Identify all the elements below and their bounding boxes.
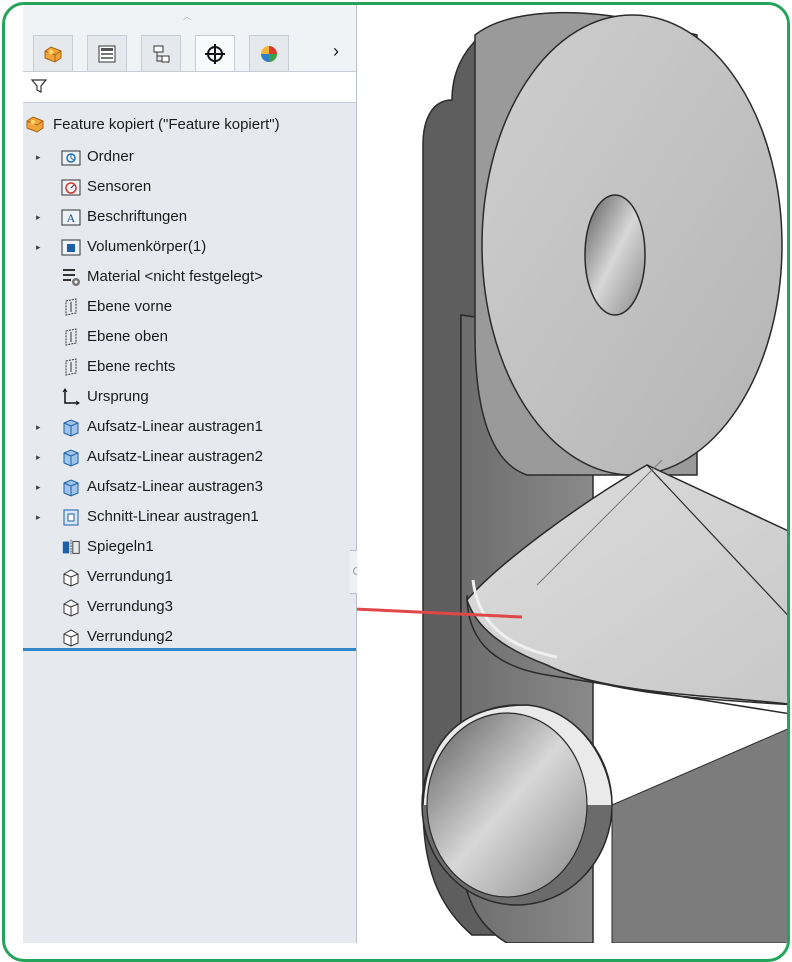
tree-item-label: Ebene oben: [87, 328, 168, 345]
tree-item[interactable]: Verrundung3: [23, 595, 353, 619]
tree-item-label: Beschriftungen: [87, 208, 188, 225]
fillet-icon: [61, 567, 81, 587]
plane-icon: [61, 327, 81, 347]
configuration-manager-tab[interactable]: [141, 35, 181, 71]
tree-item-label: Ursprung: [87, 388, 149, 405]
extrude-icon: [61, 447, 81, 467]
part-icon: [26, 116, 44, 133]
tree-item[interactable]: Ebene rechts: [23, 355, 353, 379]
cut-extrude-icon: [61, 507, 81, 527]
display-manager-tab[interactable]: [249, 35, 289, 71]
crosshair-icon: [205, 43, 225, 64]
folder-icon: [61, 147, 81, 167]
dimxpert-manager-tab[interactable]: [195, 35, 235, 71]
expand-arrow-icon[interactable]: ▸: [36, 242, 44, 252]
expand-arrow-icon[interactable]: ▸: [36, 512, 44, 522]
rollback-bar[interactable]: [23, 648, 356, 651]
expand-arrow-icon[interactable]: ▸: [36, 422, 44, 432]
tree-item[interactable]: ▸ Schnitt-Linear austragen1: [23, 505, 353, 529]
tree-item-label: Ordner: [87, 148, 134, 165]
tree-item-label: Schnitt-Linear austragen1: [87, 508, 259, 525]
drag-grip-icon[interactable]: ︿: [181, 11, 193, 21]
filter-icon[interactable]: [31, 78, 47, 94]
tree-item[interactable]: Spiegeln1: [23, 535, 353, 559]
solid-bodies-icon: [61, 237, 81, 257]
tree-item[interactable]: ▸ Ordner: [23, 145, 353, 169]
expand-arrow-icon[interactable]: ▸: [36, 482, 44, 492]
tree-item[interactable]: ▸ Aufsatz-Linear austragen3: [23, 475, 353, 499]
tree-item-label: Ebene rechts: [87, 358, 176, 375]
screenshot-frame: ︿ › Feature kopiert ("Feature kopiert") …: [2, 2, 790, 962]
manager-tabs: ︿ ›: [23, 5, 356, 71]
expand-arrow-icon[interactable]: ▸: [36, 152, 44, 162]
part-model-view: [197, 11, 787, 944]
tree-item[interactable]: Ursprung: [23, 385, 353, 409]
tree-item[interactable]: Material <nicht festgelegt>: [23, 265, 353, 289]
tree-item[interactable]: ▸ Volumenkörper(1): [23, 235, 353, 259]
tree-item-label: Aufsatz-Linear austragen1: [87, 418, 263, 435]
extrude-icon: [61, 477, 81, 497]
tree-root-label: Feature kopiert ("Feature kopiert"): [53, 115, 280, 133]
tree-item-label: Aufsatz-Linear austragen3: [87, 478, 263, 495]
tree-filter-bar[interactable]: [23, 71, 356, 103]
tree-item-label: Aufsatz-Linear austragen2: [87, 448, 263, 465]
tree-item-label: Volumenkörper(1): [87, 238, 207, 255]
mirror-icon: [61, 537, 81, 557]
feature-manager-icon: [44, 45, 62, 63]
feature-manager-panel: ︿ › Feature kopiert ("Feature kopiert") …: [23, 5, 357, 943]
tree-item[interactable]: Verrundung2: [23, 625, 353, 649]
sensor-icon: [61, 177, 81, 197]
expand-arrow-icon[interactable]: ▸: [36, 212, 44, 222]
tree-item[interactable]: ▸ Aufsatz-Linear austragen1: [23, 415, 353, 439]
property-manager-icon: [98, 45, 116, 62]
configuration-manager-icon: [153, 45, 170, 62]
plane-icon: [61, 297, 81, 317]
property-manager-tab[interactable]: [87, 35, 127, 71]
tree-root[interactable]: Feature kopiert ("Feature kopiert"): [25, 114, 280, 134]
tree-item[interactable]: Ebene oben: [23, 325, 353, 349]
feature-manager-tab[interactable]: [33, 35, 73, 71]
tree-item[interactable]: Ebene vorne: [23, 295, 353, 319]
tree-item-label: Verrundung2: [87, 628, 173, 645]
svg-text:A: A: [67, 211, 76, 225]
annotation-icon: A: [61, 207, 81, 227]
tree-item[interactable]: ▸ Aufsatz-Linear austragen2: [23, 445, 353, 469]
tree-item-label: Material <nicht festgelegt>: [87, 268, 263, 285]
display-manager-icon: [261, 45, 277, 62]
material-icon: [61, 267, 81, 287]
tree-item-label: Sensoren: [87, 178, 152, 195]
extrude-icon: [61, 417, 81, 437]
chevron-right-icon[interactable]: ›: [333, 41, 339, 62]
tree-item[interactable]: Sensoren: [23, 175, 353, 199]
tree-item-label: Spiegeln1: [87, 538, 154, 555]
graphics-area[interactable]: [197, 5, 787, 944]
tree-item-label: Ebene vorne: [87, 298, 173, 315]
expand-arrow-icon[interactable]: ▸: [36, 452, 44, 462]
tree-item-label: Verrundung1: [87, 568, 173, 585]
plane-icon: [61, 357, 81, 377]
fillet-icon: [61, 597, 81, 617]
tree-item[interactable]: ▸ A Beschriftungen: [23, 205, 353, 229]
fillet-icon: [61, 627, 81, 647]
tree-item-label: Verrundung3: [87, 598, 173, 615]
tree-item[interactable]: Verrundung1: [23, 565, 353, 589]
origin-icon: [61, 387, 81, 407]
